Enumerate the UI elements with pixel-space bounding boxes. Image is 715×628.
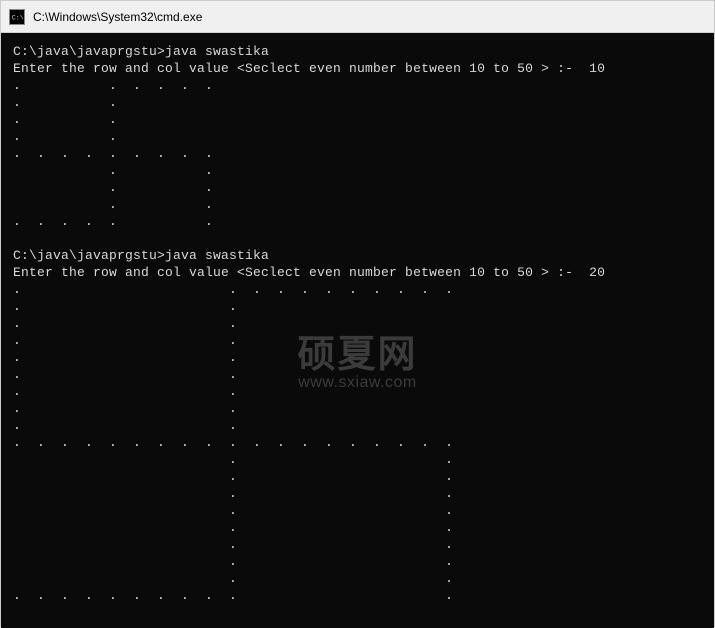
input-prompt-line: Enter the row and col value <Seclect eve… bbox=[13, 265, 605, 280]
pattern-output: . . . . . . . . . . . . . . . . . . . . … bbox=[13, 78, 213, 229]
svg-text:C:\: C:\ bbox=[12, 14, 23, 22]
prompt-line: C:\java\javaprgstu>java swastika bbox=[13, 44, 269, 59]
terminal-area[interactable]: C:\java\javaprgstu>java swastika Enter t… bbox=[1, 33, 714, 628]
window-titlebar[interactable]: C:\ C:\Windows\System32\cmd.exe bbox=[1, 1, 714, 33]
input-prompt-line: Enter the row and col value <Seclect eve… bbox=[13, 61, 605, 76]
window-title: C:\Windows\System32\cmd.exe bbox=[33, 10, 202, 24]
cmd-icon: C:\ bbox=[9, 9, 25, 25]
prompt-line: C:\java\javaprgstu>java swastika bbox=[13, 248, 269, 263]
terminal-output: C:\java\javaprgstu>java swastika Enter t… bbox=[13, 43, 702, 604]
pattern-output: . . . . . . . . . . . . . . . . . . . . … bbox=[13, 282, 453, 603]
